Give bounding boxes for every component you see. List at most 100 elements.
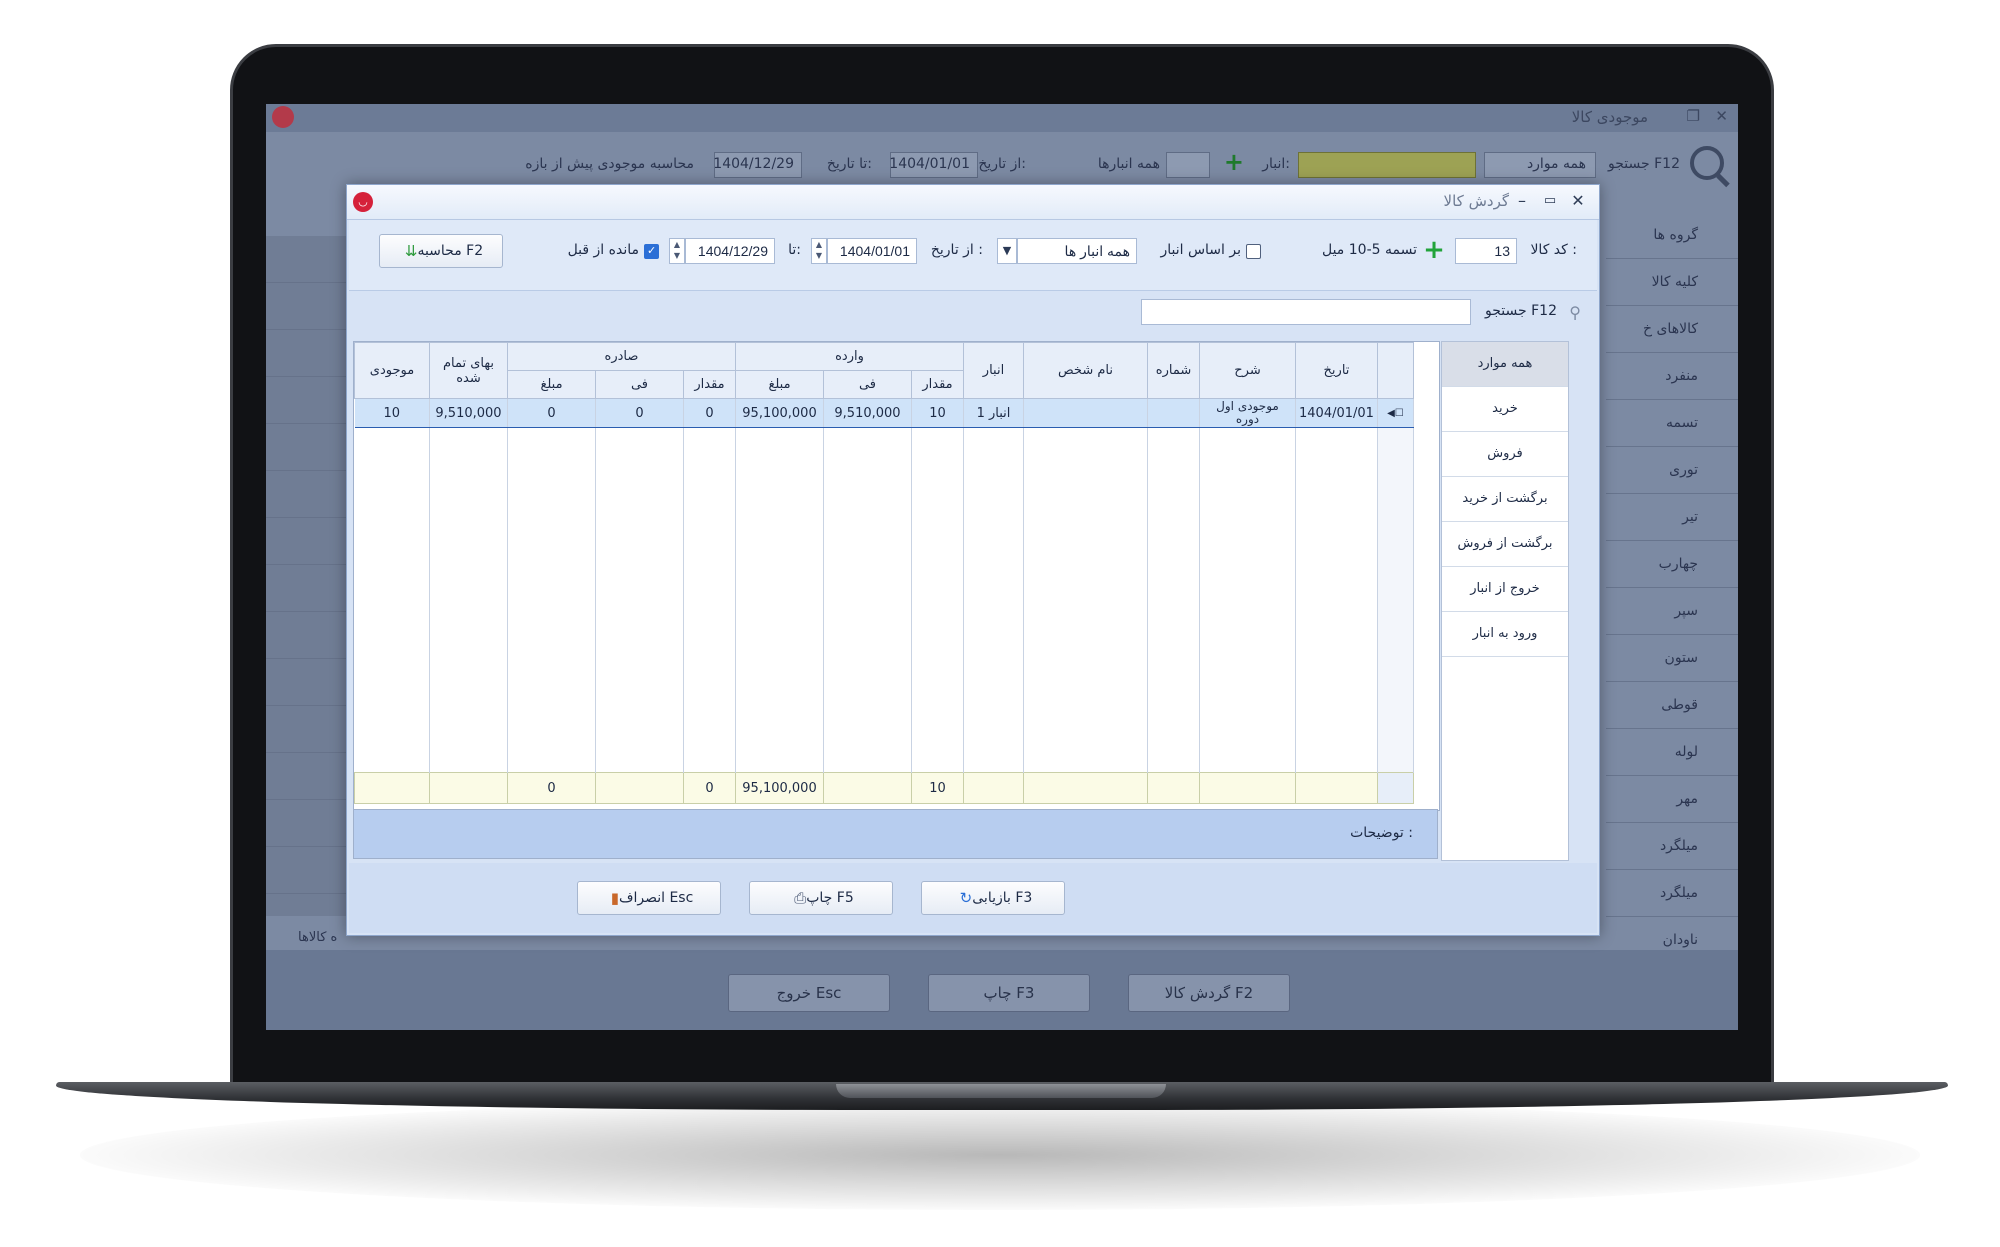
filter-purchase-return[interactable]: برگشت از خرید [1442, 477, 1568, 522]
description-panel[interactable]: توضیحات : [353, 809, 1438, 859]
bg-group-item[interactable]: سپر [1606, 588, 1738, 635]
cell-cost: 9,510,000 [429, 398, 508, 428]
by-warehouse-checkbox[interactable] [1246, 244, 1261, 259]
bg-titlebar: موجودی کالا ❐ ✕ [266, 104, 1738, 132]
bg-add-icon[interactable]: + [1224, 148, 1244, 176]
product-code-input[interactable] [1455, 238, 1517, 264]
bg-group-item[interactable]: تیر [1606, 494, 1738, 541]
restore-icon[interactable]: ❐ [1687, 107, 1700, 125]
laptop-shadow [80, 1100, 1920, 1210]
print-button[interactable]: ⎙چاپ F5 [749, 881, 893, 915]
door-exit-icon: ▮ [610, 889, 619, 907]
bg-group-item[interactable]: میلگرد [1606, 870, 1738, 917]
close-icon[interactable]: ✕ [1567, 189, 1589, 213]
cell-person [1023, 398, 1148, 428]
col-desc[interactable]: شرح [1199, 342, 1296, 399]
bg-group-item[interactable]: میلگرد [1606, 823, 1738, 870]
table-row[interactable]: ☐◀ 1404/01/01 موجودی اول دوره انبار 1 10… [354, 398, 1414, 428]
col-warehouse[interactable]: انبار [963, 342, 1024, 399]
from-date-spinner-icon[interactable]: ▲ ▼ [811, 238, 827, 264]
dialog-title: گردش کالا [1443, 192, 1509, 210]
total-out-qty: 0 [683, 772, 736, 804]
total-out-amount: 0 [507, 772, 596, 804]
minimize-icon[interactable]: – [1511, 189, 1533, 213]
bg-group-item[interactable]: لوله [1606, 729, 1738, 776]
col-in-qty[interactable]: مقدار [911, 370, 964, 399]
bg-all-items-label: همه موارد [1526, 156, 1586, 172]
product-code-label: کد کالا : [1530, 242, 1577, 258]
from-date-input[interactable] [827, 238, 917, 264]
description-label: توضیحات : [1350, 825, 1413, 841]
search-input[interactable] [1141, 299, 1471, 325]
to-date-input[interactable] [685, 238, 775, 264]
cancel-button[interactable]: ▮انصراف Esc [577, 881, 721, 915]
col-date[interactable]: تاریخ [1295, 342, 1378, 399]
bg-warehouse-label: انبار: [1262, 156, 1290, 172]
bg-left-grid [266, 236, 357, 916]
bg-turnover-button[interactable]: گردش کالا F2 [1128, 974, 1290, 1012]
prev-balance-checkbox[interactable] [644, 244, 659, 259]
col-out-qty[interactable]: مقدار [683, 370, 736, 399]
bg-from-date: 1404/01/01 [889, 156, 970, 172]
from-date-label: از تاریخ : [930, 242, 983, 258]
cell-out-fee: 0 [595, 398, 684, 428]
to-date-spinner-icon[interactable]: ▲ ▼ [669, 238, 685, 264]
bg-calc-prev-label: محاسبه موجودی پیش از بازه [525, 156, 694, 172]
bg-print-button[interactable]: چاپ F3 [928, 974, 1090, 1012]
transaction-filter-list: همه موارد خرید فروش برگشت از خرید برگشت … [1441, 341, 1569, 861]
empty-rows-area [354, 427, 1414, 773]
bg-group-item[interactable]: منفرد [1606, 353, 1738, 400]
bg-group-item[interactable]: تسمه [1606, 400, 1738, 447]
bg-exit-button[interactable]: خروج Esc [728, 974, 890, 1012]
bg-group-item[interactable]: توری [1606, 447, 1738, 494]
laptop-notch [836, 1084, 1166, 1098]
filter-warehouse-entry[interactable]: ورود به انبار [1442, 612, 1568, 657]
refresh-button[interactable]: ↻بازیابی F3 [921, 881, 1065, 915]
bg-product-field[interactable] [1298, 152, 1476, 178]
col-out-fee[interactable]: فی [595, 370, 684, 399]
search-label: جستجو F12 [1485, 303, 1557, 319]
maximize-icon[interactable]: ▭ [1539, 189, 1561, 213]
bg-to-date: 1404/12/29 [713, 156, 794, 172]
filter-sale[interactable]: فروش [1442, 432, 1568, 477]
warehouse-select[interactable] [1017, 238, 1137, 264]
bg-group-item[interactable]: مهر [1606, 776, 1738, 823]
col-in-amount[interactable]: مبلغ [735, 370, 824, 399]
filter-warehouse-exit[interactable]: خروج از انبار [1442, 567, 1568, 612]
group-outgoing: صادره [507, 342, 736, 371]
cell-warehouse: انبار 1 [963, 398, 1024, 428]
bg-group-item[interactable]: کلیه کالا [1606, 259, 1738, 306]
col-stock[interactable]: موجودی [354, 342, 430, 399]
app-logo-icon [272, 106, 294, 128]
bg-group-item[interactable]: ستون [1606, 635, 1738, 682]
filter-all[interactable]: همه موارد [1442, 342, 1568, 387]
col-out-amount[interactable]: مبلغ [507, 370, 596, 399]
bg-warehouse-code[interactable] [1166, 152, 1210, 178]
bg-search-label: جستجو F12 [1608, 156, 1680, 172]
col-number[interactable]: شماره [1147, 342, 1200, 399]
close-icon[interactable]: ✕ [1715, 107, 1728, 125]
to-date-label: تا: [788, 242, 801, 258]
col-cost[interactable]: بهای تمام شده [429, 342, 508, 399]
bg-group-list: گروه ها کلیه کالا کالاهای خ منفرد تسمه ت… [1606, 212, 1738, 964]
col-person[interactable]: نام شخص [1023, 342, 1148, 399]
total-in-amount: 95,100,000 [735, 772, 824, 804]
warehouse-dropdown-chevron-icon[interactable]: ▼ [997, 238, 1017, 264]
bg-group-item[interactable]: قوطی [1606, 682, 1738, 729]
search-icon[interactable]: ⚲ [1569, 303, 1581, 322]
col-in-fee[interactable]: فی [823, 370, 912, 399]
total-in-qty: 10 [911, 772, 964, 804]
bg-group-item[interactable]: چهارب [1606, 541, 1738, 588]
cell-out-qty: 0 [683, 398, 736, 428]
add-icon[interactable]: + [1423, 237, 1445, 263]
calculate-button[interactable]: ⇊محاسبه F2 [379, 234, 503, 268]
row-selector-icon[interactable]: ☐◀ [1377, 398, 1414, 428]
filter-purchase[interactable]: خرید [1442, 387, 1568, 432]
bg-all-warehouses: همه انبارها [1097, 156, 1160, 172]
laptop-screen: موجودی کالا ❐ ✕ جستجو F12 همه موارد انبا… [266, 104, 1738, 1030]
cell-in-amount: 95,100,000 [735, 398, 824, 428]
filter-sale-return[interactable]: برگشت از فروش [1442, 522, 1568, 567]
bg-group-item[interactable]: گروه ها [1606, 212, 1738, 259]
product-name: تسمه 5-10 میل [1321, 242, 1417, 258]
bg-group-item[interactable]: کالاهای خ [1606, 306, 1738, 353]
